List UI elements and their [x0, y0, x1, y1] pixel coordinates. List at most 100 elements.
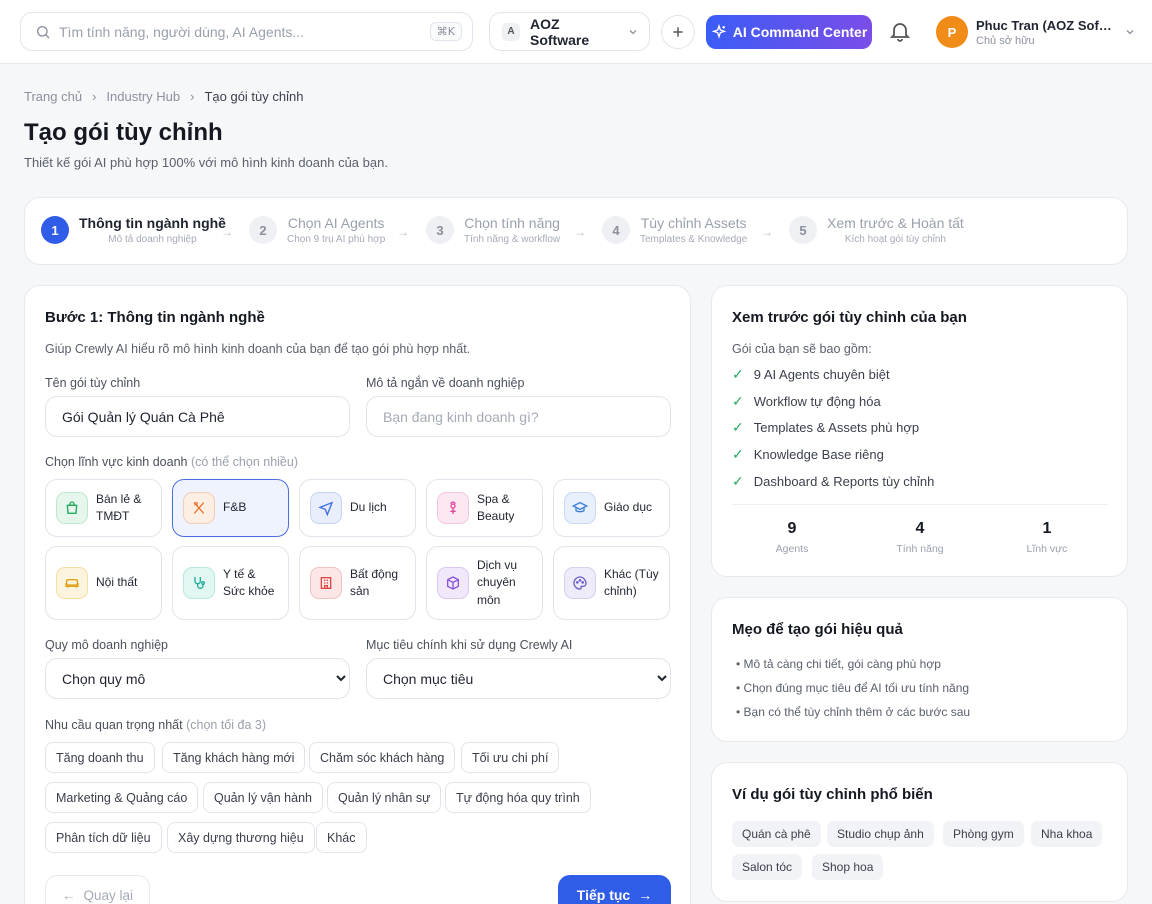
- preview-item: ✓ Templates & Assets phù hợp: [732, 414, 1102, 441]
- breadcrumb-industry-hub[interactable]: Industry Hub: [106, 89, 180, 104]
- example-chip[interactable]: Quán cà phê: [732, 821, 821, 847]
- box-icon: [437, 567, 469, 599]
- example-chip[interactable]: Phòng gym: [943, 821, 1024, 847]
- business-desc-input[interactable]: [366, 396, 671, 437]
- category-professional-services[interactable]: Dịch vụ chuyên môn: [426, 546, 543, 620]
- graduation-cap-icon: [564, 492, 596, 524]
- step-1[interactable]: 1 Thông tin ngành nghề Mô tả doanh nghiệp: [41, 215, 226, 245]
- category-label: Du lịch: [350, 500, 387, 515]
- example-chip[interactable]: Nha khoa: [1031, 821, 1103, 847]
- org-name: AOZ Software: [530, 15, 590, 48]
- examples-heading: Ví dụ gói tùy chỉnh phổ biến: [732, 786, 933, 803]
- stat-label: Lĩnh vực: [1026, 543, 1068, 555]
- need-chip[interactable]: Tăng doanh thu: [45, 742, 155, 773]
- arrow-right-icon: →: [221, 225, 233, 239]
- goal-label: Mục tiêu chính khi sử dụng Crewly AI: [366, 638, 573, 652]
- category-other[interactable]: Khác (Tùy chỉnh): [553, 546, 670, 620]
- need-chip[interactable]: Xây dựng thương hiệu: [167, 822, 315, 853]
- tip-item: • Bạn có thể tùy chỉnh thêm ở các bước s…: [736, 705, 971, 719]
- step-sublabel: Mô tả doanh nghiệp: [108, 234, 197, 245]
- category-real-estate[interactable]: Bất động sản: [299, 546, 416, 620]
- step-label: Chọn AI Agents: [287, 215, 385, 231]
- package-name-input[interactable]: [45, 396, 350, 437]
- fields-label: Chọn lĩnh vực kinh doanh (có thể chọn nh…: [45, 455, 298, 469]
- category-spa-beauty[interactable]: Spa & Beauty: [426, 479, 543, 537]
- search-box[interactable]: ⌘K: [20, 12, 473, 51]
- need-chip[interactable]: Quản lý vận hành: [203, 782, 323, 813]
- goal-select[interactable]: Chọn mục tiêu: [366, 658, 671, 699]
- business-info-form: Bước 1: Thông tin ngành nghề Giúp Crewly…: [24, 285, 691, 904]
- need-chip[interactable]: Khác: [316, 822, 367, 853]
- step-4[interactable]: 4 Tùy chỉnh Assets Templates & Knowledge: [602, 215, 747, 245]
- user-info: Phuc Tran (AOZ Software) Chủ sở hữu: [976, 18, 1116, 47]
- example-chip[interactable]: Shop hoa: [812, 854, 884, 880]
- step-label: Chọn tính năng: [464, 215, 560, 231]
- plus-icon: [673, 27, 683, 37]
- category-retail[interactable]: Bán lẻ & TMĐT: [45, 479, 162, 537]
- form-heading: Bước 1: Thông tin ngành nghề: [45, 309, 265, 326]
- arrow-left-icon: ←: [61, 887, 76, 903]
- example-chip[interactable]: Studio chụp ảnh: [827, 821, 934, 847]
- need-chip[interactable]: Chăm sóc khách hàng: [309, 742, 456, 773]
- category-fnb[interactable]: F&B: [172, 479, 289, 537]
- example-chip[interactable]: Salon tóc: [732, 854, 803, 880]
- need-chip[interactable]: Tăng khách hàng mới: [162, 742, 306, 773]
- need-chip[interactable]: Tối ưu chi phí: [461, 742, 560, 773]
- search-input[interactable]: [59, 23, 430, 40]
- scale-select[interactable]: Chọn quy mô: [45, 658, 350, 699]
- category-furniture[interactable]: Nội thất: [45, 546, 162, 620]
- tips-heading: Mẹo để tạo gói hiệu quả: [732, 621, 903, 638]
- org-initial: A: [502, 22, 520, 41]
- category-label: Dịch vụ chuyên môn: [477, 557, 518, 607]
- breadcrumb-home[interactable]: Trang chủ: [24, 89, 82, 104]
- arrow-right-icon: →: [761, 225, 773, 239]
- need-chip[interactable]: Tự động hóa quy trình: [445, 782, 591, 813]
- tips-list: • Mô tả càng chi tiết, gói càng phù hợp …: [736, 652, 970, 724]
- preview-intro: Gói của bạn sẽ bao gồm:: [732, 342, 872, 356]
- back-button[interactable]: ← Quay lại: [45, 875, 150, 904]
- category-label: Spa & Beauty: [477, 491, 515, 523]
- category-label: Giáo dục: [604, 500, 653, 515]
- ai-command-center-button[interactable]: AI Command Center: [706, 15, 872, 49]
- form-description: Giúp Crewly AI hiểu rõ mô hình kinh doan…: [45, 342, 471, 356]
- fields-hint: (có thể chọn nhiều): [190, 455, 298, 469]
- need-chip[interactable]: Marketing & Quảng cáo: [45, 782, 199, 813]
- step-sublabel: Templates & Knowledge: [640, 234, 748, 245]
- user-role: Chủ sở hữu: [976, 34, 1035, 47]
- continue-button[interactable]: Tiếp tục →: [558, 875, 671, 904]
- step-number: 4: [602, 216, 630, 244]
- stat-value: 4: [915, 520, 925, 537]
- add-button[interactable]: [661, 15, 695, 49]
- breadcrumb-current: Tạo gói tùy chỉnh: [204, 89, 304, 104]
- plane-icon: [310, 492, 342, 524]
- need-chip[interactable]: Phân tích dữ liệu: [45, 822, 162, 853]
- step-2[interactable]: 2 Chọn AI Agents Chọn 9 trụ AI phù hợp: [249, 215, 385, 245]
- stat-fields: 1 Lĩnh vực: [997, 520, 1097, 555]
- org-switcher[interactable]: A AOZ Software: [489, 12, 650, 51]
- palette-icon: [564, 567, 596, 599]
- category-education[interactable]: Giáo dục: [553, 479, 670, 537]
- building-icon: [310, 567, 342, 599]
- stat-label: Agents: [775, 543, 809, 555]
- breadcrumb: Trang chủ › Industry Hub › Tạo gói tùy c…: [24, 89, 303, 104]
- step-3[interactable]: 3 Chọn tính năng Tính năng & workflow: [426, 215, 560, 245]
- chevron-down-icon: [629, 29, 637, 34]
- stat-value: 9: [787, 520, 797, 537]
- stat-value: 1: [1042, 520, 1052, 537]
- notifications-button[interactable]: [888, 19, 912, 48]
- check-icon: ✓: [732, 365, 744, 382]
- check-icon: ✓: [732, 445, 744, 462]
- arrow-right-icon: →: [638, 887, 653, 903]
- category-healthcare[interactable]: Y tế & Sức khỏe: [172, 546, 289, 620]
- user-menu[interactable]: P Phuc Tran (AOZ Software) Chủ sở hữu: [936, 15, 1136, 49]
- check-icon: ✓: [732, 419, 744, 436]
- category-travel[interactable]: Du lịch: [299, 479, 416, 537]
- avatar: P: [936, 16, 968, 48]
- examples-card: Ví dụ gói tùy chỉnh phổ biến Quán cà phê…: [711, 762, 1128, 902]
- step-number: 2: [249, 216, 277, 244]
- business-desc-label: Mô tả ngắn về doanh nghiệp: [366, 376, 525, 390]
- need-chip[interactable]: Quản lý nhân sự: [327, 782, 442, 813]
- step-5[interactable]: 5 Xem trước & Hoàn tất Kích hoạt gói tùy …: [789, 215, 964, 245]
- preview-item-label: 9 AI Agents chuyên biệt: [753, 366, 890, 382]
- chevron-down-icon: [1126, 30, 1134, 35]
